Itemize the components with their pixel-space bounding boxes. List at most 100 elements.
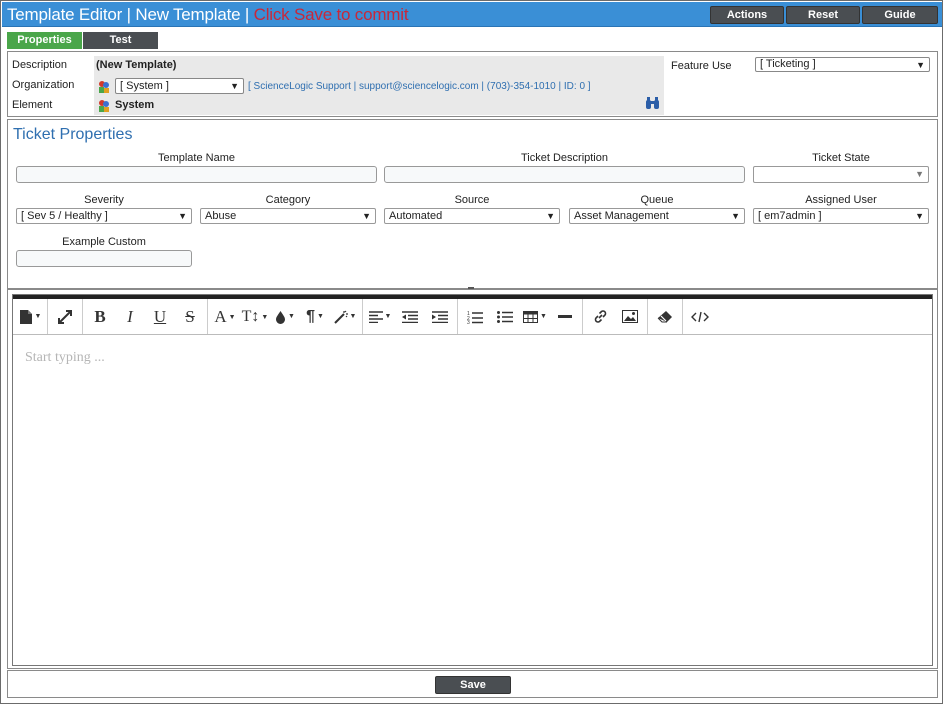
chevron-down-icon: ▼ <box>915 211 924 221</box>
fullscreen-icon[interactable] <box>50 303 80 331</box>
organization-select[interactable]: [ System ] ▼ <box>115 78 244 94</box>
source-label: Source <box>454 194 490 206</box>
paragraph-icon[interactable]: ¶ ▼ <box>300 303 330 331</box>
actions-button[interactable]: Actions <box>710 6 784 24</box>
toolbar-group-view <box>48 299 83 334</box>
chevron-down-icon: ▼ <box>731 211 740 221</box>
toolbar-group-insert: 123 ▼ <box>458 299 583 334</box>
queue-label: Queue <box>640 194 674 206</box>
example-custom-label: Example Custom <box>62 236 146 248</box>
organization-select-value: [ System ] <box>120 80 169 92</box>
title-buttons: Actions Reset Guide <box>710 6 938 24</box>
italic-icon[interactable]: I <box>115 303 145 331</box>
example-custom-input[interactable] <box>16 250 192 267</box>
toolbar-group-font: A ▼ T↕ ▼ ▼ ¶ ▼ ▼ <box>208 299 363 334</box>
editor-placeholder: Start typing ... <box>25 350 105 365</box>
toolbar-group-media <box>583 299 648 334</box>
horizontal-rule-icon[interactable] <box>550 303 580 331</box>
tab-properties[interactable]: Properties <box>7 32 82 49</box>
link-icon[interactable] <box>585 303 615 331</box>
editor-content-area[interactable]: Start typing ... <box>13 336 932 665</box>
editor-panel: ▼ B I U S A ▼ T↕ ▼ ▼ ¶ ▼ ▼ ▼ 1 2 3 ▼ Sta… <box>7 289 938 669</box>
svg-text:3: 3 <box>467 320 470 324</box>
toolbar-group-paragraph: ▼ <box>363 299 458 334</box>
code-view-icon[interactable] <box>685 303 715 331</box>
chevron-down-icon: ▼ <box>230 81 239 91</box>
description-label: Description <box>12 59 68 71</box>
commit-hint: Click Save to commit <box>253 5 409 24</box>
guide-button[interactable]: Guide <box>862 6 938 24</box>
fill-color-icon[interactable]: ▼ <box>270 303 300 331</box>
unordered-list-icon[interactable] <box>490 303 520 331</box>
template-name-label: Template Name <box>157 152 236 164</box>
editor-toolbar: ▼ B I U S A ▼ T↕ ▼ ▼ ¶ ▼ ▼ ▼ 1 2 3 ▼ <box>13 299 932 335</box>
tab-test[interactable]: Test <box>83 32 158 49</box>
magic-wand-icon[interactable]: ▼ <box>330 303 360 331</box>
template-editor-window: Template Editor | New Template | Click S… <box>0 0 943 704</box>
organization-info[interactable]: [ ScienceLogic Support | support@science… <box>248 81 591 92</box>
severity-select[interactable]: [ Sev 5 / Healthy ] ▼ <box>16 208 192 224</box>
rich-text-editor: ▼ B I U S A ▼ T↕ ▼ ▼ ¶ ▼ ▼ ▼ 1 2 3 ▼ Sta… <box>12 294 933 666</box>
ticket-state-select[interactable]: ▼ <box>753 166 929 183</box>
tab-test-label: Test <box>109 34 132 46</box>
align-icon[interactable]: ▼ <box>365 303 395 331</box>
feature-use-value: [ Ticketing ] <box>760 58 816 70</box>
title-text: Template Editor | New Template | <box>7 5 250 24</box>
toolbar-group-file: ▼ <box>13 299 48 334</box>
bold-icon[interactable]: B <box>85 303 115 331</box>
feature-use-select[interactable]: [ Ticketing ] ▼ <box>755 57 930 72</box>
font-color-icon[interactable]: A ▼ <box>210 303 240 331</box>
underline-icon[interactable]: U <box>145 303 175 331</box>
template-header: Description (New Template) Organization … <box>7 51 938 117</box>
title-bar: Template Editor | New Template | Click S… <box>2 2 942 27</box>
element-label: Element <box>12 99 53 111</box>
eraser-icon[interactable] <box>650 303 680 331</box>
footer-bar: Save <box>7 670 938 698</box>
ticket-description-input[interactable] <box>384 166 745 183</box>
image-icon[interactable] <box>615 303 645 331</box>
ticket-properties-panel: Ticket Properties Template Name Ticket D… <box>7 119 938 289</box>
assigned-user-value: [ em7admin ] <box>758 210 822 222</box>
toolbar-group-format: B I U S <box>83 299 208 334</box>
source-select[interactable]: Automated ▼ <box>384 208 560 224</box>
toolbar-group-code <box>683 299 717 334</box>
chevron-down-icon: ▼ <box>178 211 187 221</box>
section-title: Ticket Properties <box>13 126 133 143</box>
severity-value: [ Sev 5 / Healthy ] <box>21 210 108 222</box>
toolbar-group-clear <box>648 299 683 334</box>
description-value: (New Template) <box>96 59 177 71</box>
queue-select[interactable]: Asset Management ▼ <box>569 208 745 224</box>
assigned-user-label: Assigned User <box>805 194 877 206</box>
ticket-description-label: Ticket Description <box>520 152 608 164</box>
chevron-down-icon: ▼ <box>546 211 555 221</box>
category-label: Category <box>265 194 311 206</box>
save-button[interactable]: Save <box>435 676 511 694</box>
organization-label: Organization <box>12 79 75 91</box>
table-icon[interactable]: ▼ <box>520 303 550 331</box>
element-value: System <box>115 99 155 111</box>
indent-icon[interactable] <box>425 303 455 331</box>
ticket-state-label: Ticket State <box>812 152 870 164</box>
tab-bar: Properties Test <box>7 32 158 49</box>
document-icon[interactable]: ▼ <box>15 303 45 331</box>
severity-label: Severity <box>84 194 124 206</box>
font-size-icon[interactable]: T↕ ▼ <box>240 303 270 331</box>
outdent-icon[interactable] <box>395 303 425 331</box>
element-icon <box>99 100 109 112</box>
chevron-down-icon: ▼ <box>362 211 371 221</box>
reset-button[interactable]: Reset <box>786 6 860 24</box>
category-value: Abuse <box>205 210 237 222</box>
queue-value: Asset Management <box>574 210 669 222</box>
ordered-list-icon[interactable]: 123 <box>460 303 490 331</box>
binoculars-icon[interactable] <box>645 97 660 110</box>
tab-properties-label: Properties <box>17 34 72 46</box>
source-value: Automated <box>389 210 443 222</box>
organization-icon <box>99 81 109 93</box>
window-title: Template Editor | New Template | Click S… <box>7 5 409 25</box>
strikethrough-icon[interactable]: S <box>175 303 205 331</box>
chevron-down-icon: ▼ <box>916 60 925 70</box>
category-select[interactable]: Abuse ▼ <box>200 208 376 224</box>
assigned-user-select[interactable]: [ em7admin ] ▼ <box>753 208 929 224</box>
template-name-input[interactable] <box>16 166 377 183</box>
feature-use-label: Feature Use <box>671 60 732 72</box>
